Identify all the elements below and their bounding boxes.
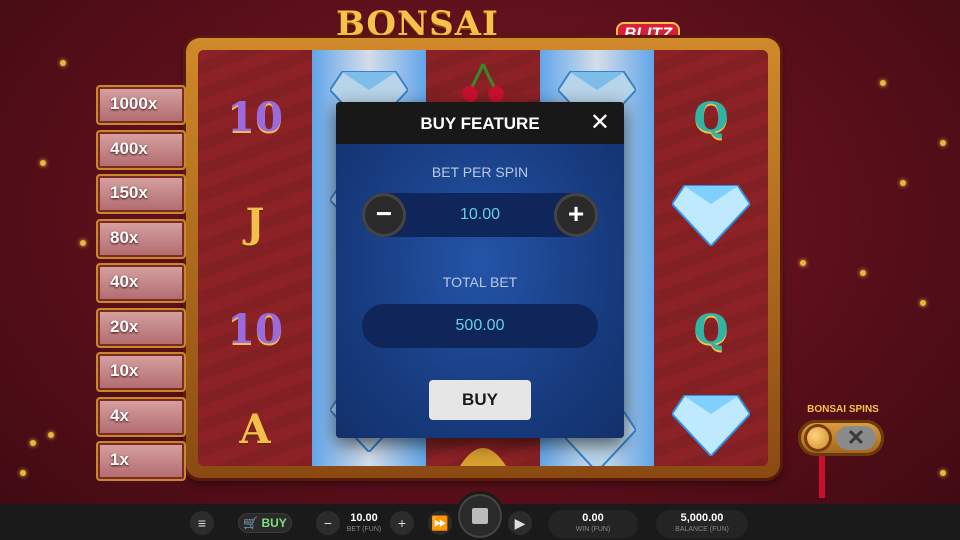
multiplier-label: 20x: [110, 316, 139, 336]
multiplier-item: 1x: [96, 441, 186, 481]
sparkle: [940, 470, 946, 476]
symbol-ten: 10: [227, 306, 283, 353]
bell-icon: [460, 448, 506, 466]
reel-5: Q Q: [654, 50, 768, 466]
sparkle: [80, 240, 86, 246]
multiplier-label: 80x: [110, 227, 139, 247]
bet-per-spin-label: BET PER SPIN: [431, 164, 529, 180]
cherry-icon: [462, 63, 504, 102]
multiplier-item: 400x: [96, 129, 186, 170]
dialog-title: BUY FEATURE: [420, 114, 540, 133]
multiplier-ladder: 1000x 400x 150x 80x 40x 20x 10x 4x 1x: [96, 85, 186, 486]
fast-forward-icon[interactable]: ⏩: [428, 511, 452, 535]
sparkle: [800, 260, 806, 266]
symbol-queen: Q: [693, 94, 729, 141]
buy-button[interactable]: BUY: [429, 380, 531, 420]
dialog-header: BUY FEATURE ✕: [336, 102, 624, 144]
multiplier-item: 20x: [96, 307, 186, 348]
buy-feature-dialog: BUY FEATURE ✕ BET PER SPIN 10.00 − + TOT…: [336, 102, 624, 438]
multiplier-item: 40x: [96, 263, 186, 303]
bonsai-spins-toggle[interactable]: ✕: [798, 420, 884, 456]
multiplier-label: 1x: [110, 450, 129, 469]
decrease-bet-button[interactable]: −: [362, 193, 406, 237]
spin-button[interactable]: [458, 494, 502, 538]
bonsai-spins-label: BONSAI SPINS: [807, 404, 879, 415]
reel-1: 10 J 10 A: [198, 50, 312, 466]
multiplier-label: 1000x: [110, 94, 158, 113]
sparkle: [900, 180, 906, 186]
win-value: 0.00: [582, 512, 604, 524]
multiplier-item: 1000x: [96, 85, 186, 125]
multiplier-item: 10x: [96, 352, 186, 392]
buy-feature-button[interactable]: 🛒 BUY: [238, 513, 292, 533]
symbol-jack: J: [245, 200, 265, 247]
symbol-ten: 10: [227, 94, 283, 141]
cart-icon: 🛒: [243, 516, 259, 530]
symbol-queen: Q: [693, 306, 729, 353]
stop-icon: [472, 508, 488, 524]
sparkle: [920, 300, 926, 306]
sparkle: [40, 160, 46, 166]
sparkle: [48, 432, 54, 438]
sparkle: [940, 140, 946, 146]
balance-caption: BALANCE (FUN): [675, 526, 729, 533]
autoplay-icon[interactable]: ▶: [508, 511, 532, 535]
symbol-ace: A: [239, 406, 271, 453]
multiplier-label: 400x: [110, 138, 148, 158]
sparkle: [880, 80, 886, 86]
multiplier-label: 40x: [110, 272, 139, 291]
diamond-icon: [672, 185, 750, 246]
sparkle: [20, 470, 26, 476]
total-bet-label: TOTAL BET: [442, 274, 518, 290]
multiplier-item: 4x: [96, 396, 186, 437]
sparkle: [60, 60, 66, 66]
buy-button-label: BUY: [261, 516, 287, 530]
bet-decrease-button[interactable]: −: [316, 511, 340, 535]
total-bet-value: 500.00: [362, 304, 598, 348]
menu-icon[interactable]: ≡: [190, 511, 214, 535]
close-icon[interactable]: ✕: [590, 111, 610, 135]
balance-value: 5,000.00: [680, 512, 724, 524]
increase-bet-button[interactable]: +: [554, 193, 598, 237]
sparkle: [860, 270, 866, 276]
multiplier-label: 10x: [110, 361, 139, 380]
bet-value: 10.00: [350, 512, 378, 524]
bet-caption: BET (FUN): [346, 526, 382, 533]
multiplier-item: 80x: [96, 218, 186, 259]
diamond-icon: [672, 395, 750, 456]
bet-increase-button[interactable]: +: [390, 511, 414, 535]
toggle-knob: [804, 424, 832, 452]
dialog-body: BET PER SPIN 10.00 − + TOTAL BET 500.00 …: [336, 144, 624, 438]
multiplier-item: 150x: [96, 174, 186, 214]
sparkle: [30, 440, 36, 446]
multiplier-label: 4x: [110, 405, 129, 425]
toggle-off-icon: ✕: [836, 426, 876, 450]
multiplier-label: 150x: [110, 183, 148, 202]
win-caption: WIN (FUN): [575, 526, 611, 533]
